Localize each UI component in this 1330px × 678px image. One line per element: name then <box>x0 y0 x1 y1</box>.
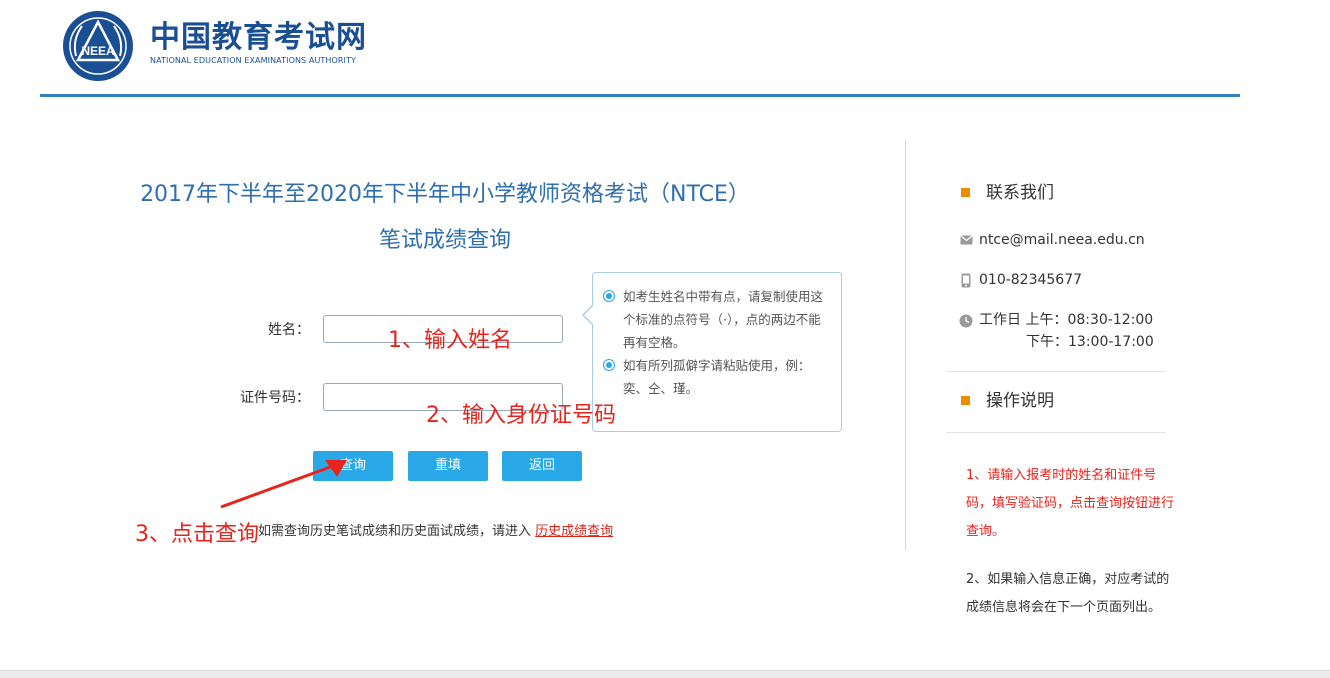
page-title: 2017年下半年至2020年下半年中小学教师资格考试（NTCE） <box>140 182 750 207</box>
reset-button[interactable]: 重填 <box>408 451 488 481</box>
bullet-icon <box>603 359 615 371</box>
annotation-step3: 3、点击查询 <box>135 522 259 547</box>
bullet-icon <box>603 290 615 302</box>
brand-subtitle: NATIONAL EDUCATION EXAMINATIONS AUTHORIT… <box>150 56 356 65</box>
content-divider <box>905 140 906 550</box>
logo-emblem-icon: NEEA <box>63 11 133 81</box>
tooltip-item: 如考生姓名中带有点，请复制使用这个标准的点符号（·），点的两边不能再有空格。 <box>603 285 831 354</box>
back-button[interactable]: 返回 <box>502 451 582 481</box>
history-text: 如需查询历史笔试成绩和历史面试成绩，请进入 <box>258 524 532 539</box>
tooltip-item: 如有所列孤僻字请粘贴使用，例：奕、仝、瑾。 <box>603 354 831 400</box>
clock-icon <box>959 314 973 328</box>
name-hint-tooltip: 如考生姓名中带有点，请复制使用这个标准的点符号（·），点的两边不能再有空格。 如… <box>592 272 842 432</box>
working-hours-afternoon: 下午：13:00-17:00 <box>1026 334 1154 350</box>
square-bullet-icon <box>961 396 970 405</box>
logo-text: NEEA <box>81 44 115 58</box>
annotation-arrow-icon <box>220 460 347 509</box>
instruction-step2: 2、如果输入信息正确，对应考试的成绩信息将会在下一个页面列出。 <box>966 572 1170 615</box>
annotation-step1: 1、输入姓名 <box>388 328 512 353</box>
annotation-step2: 2、输入身份证号码 <box>426 403 616 428</box>
header-divider <box>40 94 1240 97</box>
history-scores-link[interactable]: 历史成绩查询 <box>535 524 613 539</box>
contact-heading: 联系我们 <box>986 183 1054 203</box>
sidebar-divider <box>946 371 1166 372</box>
phone-icon <box>961 273 971 288</box>
tooltip-text: 如考生姓名中带有点，请复制使用这个标准的点符号（·），点的两边不能再有空格。 <box>623 289 824 350</box>
page-subtitle: 笔试成绩查询 <box>378 228 511 253</box>
instruction-step1: 1、请输入报考时的姓名和证件号码，填写验证码，点击查询按钮进行查询。 <box>966 468 1175 539</box>
contact-email: ntce@mail.neea.edu.cn <box>979 232 1145 248</box>
contact-phone: 010-82345677 <box>979 272 1083 288</box>
instructions-heading: 操作说明 <box>986 391 1054 411</box>
name-label: 姓名： <box>268 322 310 338</box>
sidebar-divider <box>946 432 1166 433</box>
id-number-label: 证件号码： <box>240 390 310 406</box>
working-hours-morning: 工作日 上午：08:30-12:00 <box>979 312 1154 328</box>
tooltip-text: 如有所列孤僻字请粘贴使用，例：奕、仝、瑾。 <box>623 358 811 396</box>
mail-icon <box>960 235 973 245</box>
square-bullet-icon <box>961 188 970 197</box>
neea-logo[interactable]: NEEA <box>62 10 134 82</box>
history-note: 如需查询历史笔试成绩和历史面试成绩，请进入 历史成绩查询 <box>258 522 613 542</box>
brand-name[interactable]: 中国教育考试网 <box>150 20 367 56</box>
tooltip-arrow-inner <box>584 305 594 325</box>
